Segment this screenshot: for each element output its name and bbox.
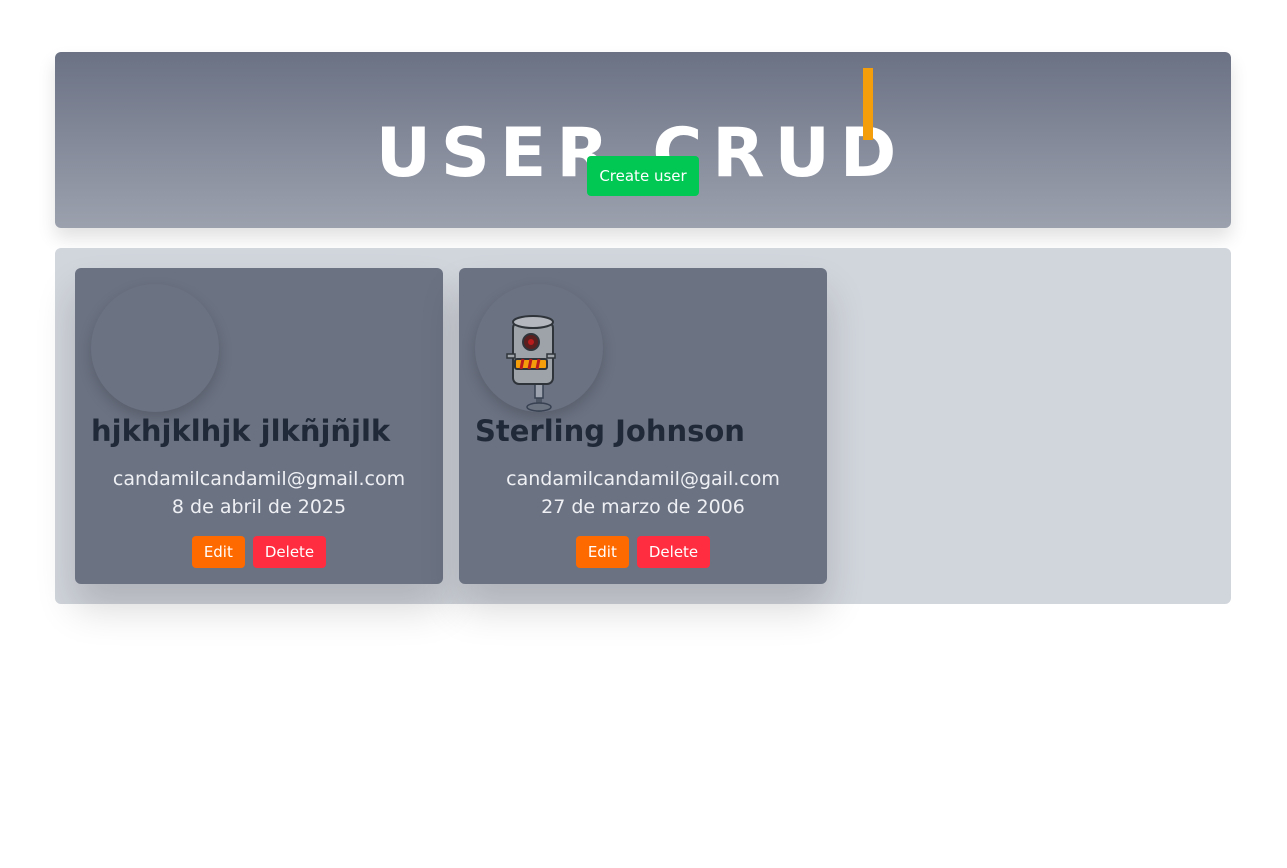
edit-button[interactable]: Edit — [191, 536, 245, 568]
delete-button[interactable]: Delete — [636, 536, 711, 568]
create-user-button[interactable]: Create user — [587, 156, 699, 196]
user-name: Sterling Johnson — [475, 414, 745, 448]
user-email: candamilcandamil@gail.com — [506, 468, 780, 490]
user-email: candamilcandamil@gmail.com — [112, 468, 406, 490]
robot-icon — [506, 315, 556, 412]
user-card: hjkhjklhjk jlkñjñjlk candamilcandamil@gm… — [75, 268, 443, 584]
typing-cursor — [863, 68, 873, 140]
user-date: 8 de abril de 2025 — [171, 496, 347, 518]
edit-button[interactable]: Edit — [575, 536, 629, 568]
card-actions: Edit Delete — [459, 536, 827, 568]
header-panel: USER CRUD Create user — [55, 52, 1231, 228]
delete-button[interactable]: Delete — [252, 536, 327, 568]
user-name: hjkhjklhjk jlkñjñjlk — [91, 414, 391, 448]
user-card: Sterling Johnson candamilcandamil@gail.c… — [459, 268, 827, 584]
avatar — [475, 284, 603, 412]
card-actions: Edit Delete — [75, 536, 443, 568]
avatar — [91, 284, 219, 412]
user-date: 27 de marzo de 2006 — [541, 496, 745, 518]
